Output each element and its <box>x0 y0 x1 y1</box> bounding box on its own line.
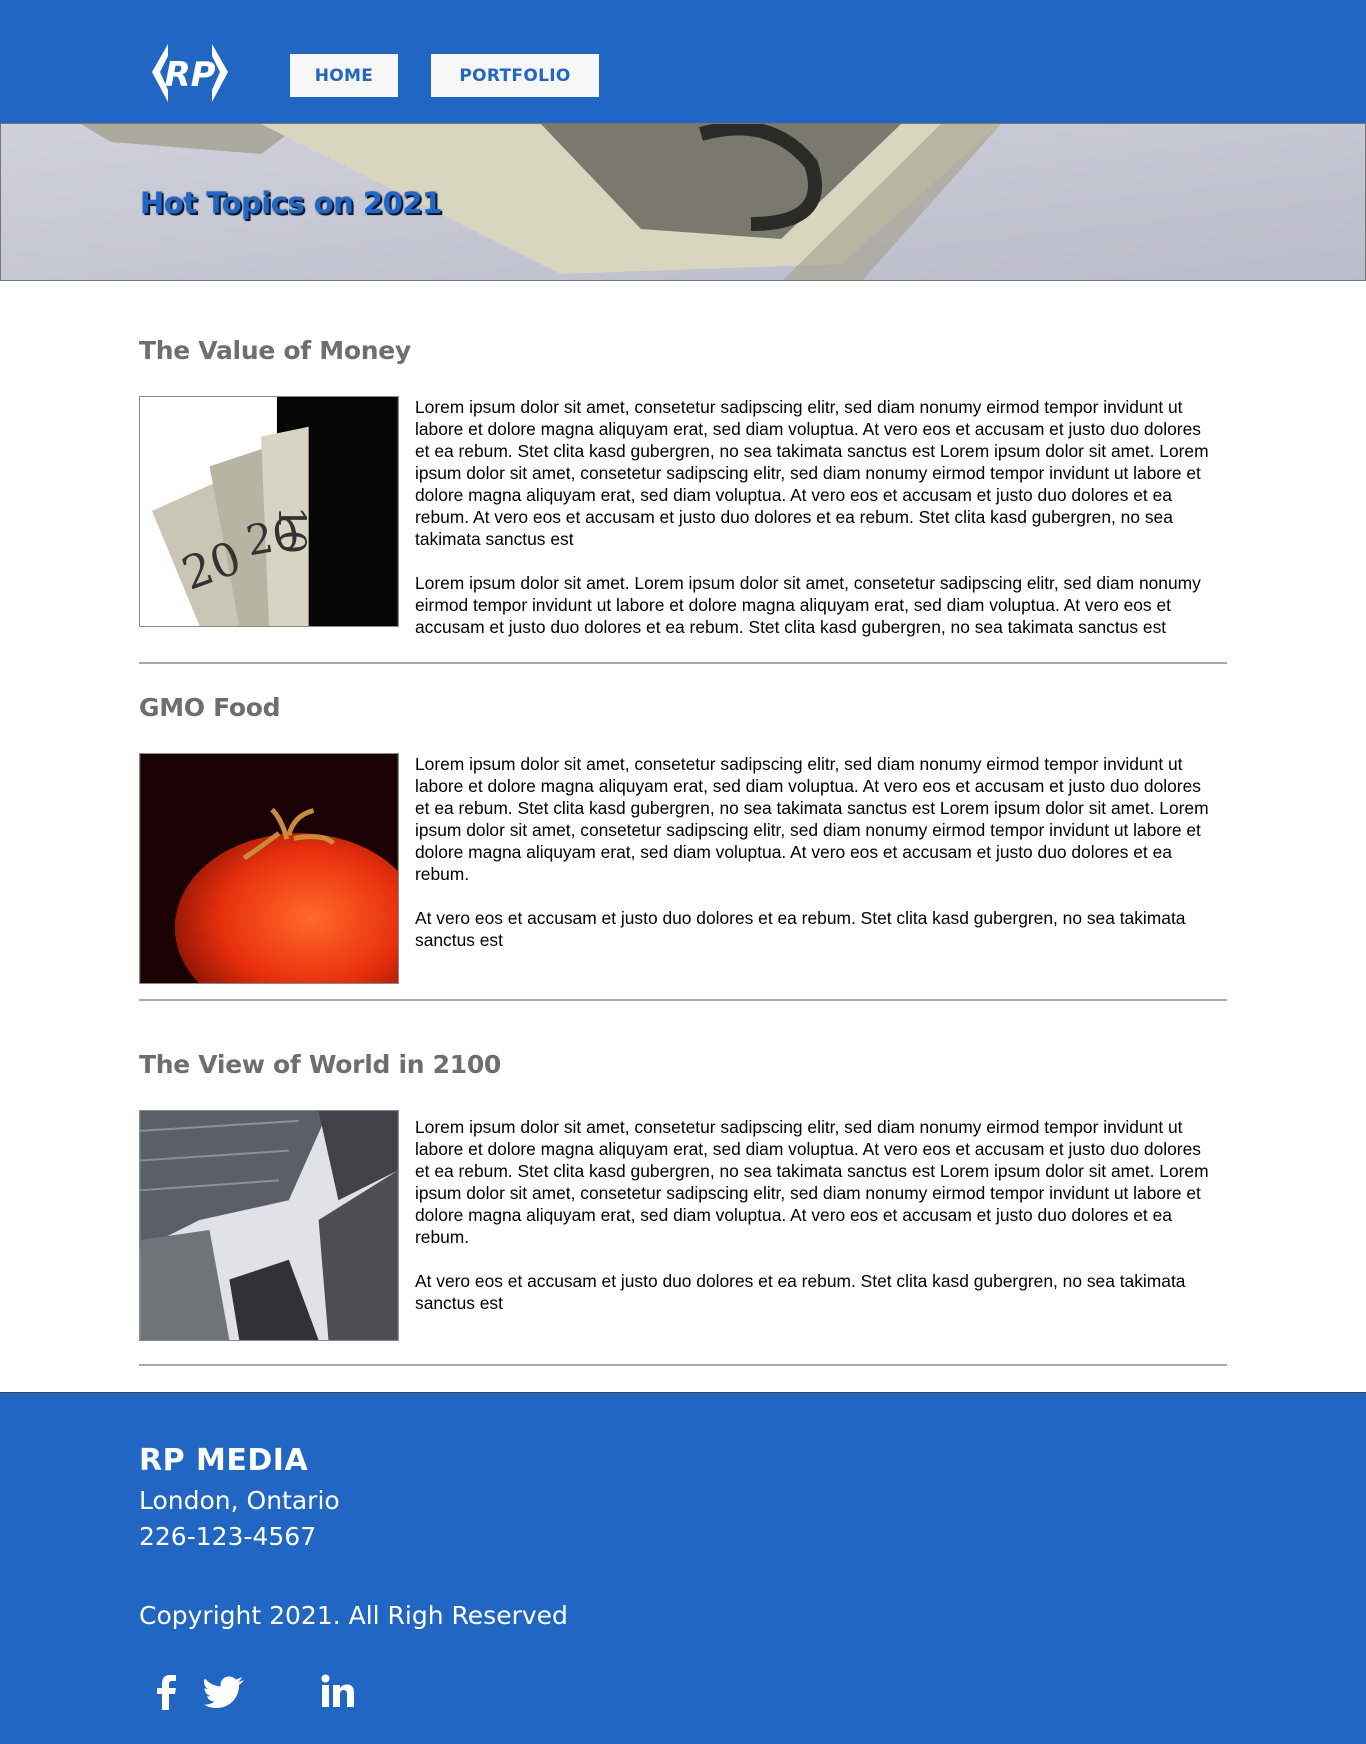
article-body: Lorem ipsum dolor sit amet, consetetur s… <box>415 753 1215 951</box>
footer-city: London, Ontario <box>139 1486 340 1515</box>
article-paragraph: Lorem ipsum dolor sit amet, consetetur s… <box>415 397 1209 549</box>
tomato-image <box>139 753 399 984</box>
rp-logo[interactable]: RP <box>148 42 232 106</box>
twitter-icon[interactable] <box>204 1670 248 1714</box>
article-paragraph: Lorem ipsum dolor sit amet, consetetur s… <box>415 1117 1209 1247</box>
linkedin-icon[interactable] <box>316 1670 360 1714</box>
article-gmo-food: GMO Food Lorem ipsum dolor sit amet, con… <box>139 693 1227 984</box>
section-divider <box>139 662 1227 664</box>
article-world-2100: The View of World in 2100 Lorem ipsum do… <box>139 1050 1227 1350</box>
article-title: The Value of Money <box>139 336 411 365</box>
svg-text:10: 10 <box>270 506 314 554</box>
article-value-of-money: The Value of Money 20 20 10 Lorem ipsum … <box>139 336 1227 666</box>
footer-brand: RP MEDIA <box>139 1443 309 1478</box>
skyscrapers-image <box>139 1110 399 1341</box>
hero-title: Hot Topics on 2021 <box>140 186 442 220</box>
article-body: Lorem ipsum dolor sit amet, consetetur s… <box>415 396 1215 638</box>
article-paragraph: At vero eos et accusam et justo duo dolo… <box>415 1271 1186 1313</box>
nav-portfolio-button[interactable]: PORTFOLIO <box>431 54 599 97</box>
section-divider <box>139 1364 1227 1366</box>
section-divider <box>139 999 1227 1001</box>
article-paragraph: At vero eos et accusam et justo duo dolo… <box>415 908 1186 950</box>
facebook-icon[interactable] <box>144 1670 188 1714</box>
article-paragraph: Lorem ipsum dolor sit amet, consetetur s… <box>415 754 1209 884</box>
site-footer: RP MEDIA London, Ontario 226-123-4567 Co… <box>0 1392 1366 1744</box>
site-header: RP HOME PORTFOLIO <box>0 0 1366 123</box>
article-title: GMO Food <box>139 693 281 722</box>
dollar-bills-image: 20 20 10 <box>139 396 399 627</box>
hero-banner: Hot Topics on 2021 <box>0 123 1366 281</box>
logo-text: RP <box>164 55 215 95</box>
article-title: The View of World in 2100 <box>139 1050 502 1079</box>
article-paragraph: Lorem ipsum dolor sit amet. Lorem ipsum … <box>415 573 1201 637</box>
article-body: Lorem ipsum dolor sit amet, consetetur s… <box>415 1116 1215 1314</box>
nav-home-button[interactable]: HOME <box>290 54 398 97</box>
footer-copyright: Copyright 2021. All Righ Reserved <box>139 1601 568 1630</box>
footer-phone: 226-123-4567 <box>139 1522 317 1551</box>
